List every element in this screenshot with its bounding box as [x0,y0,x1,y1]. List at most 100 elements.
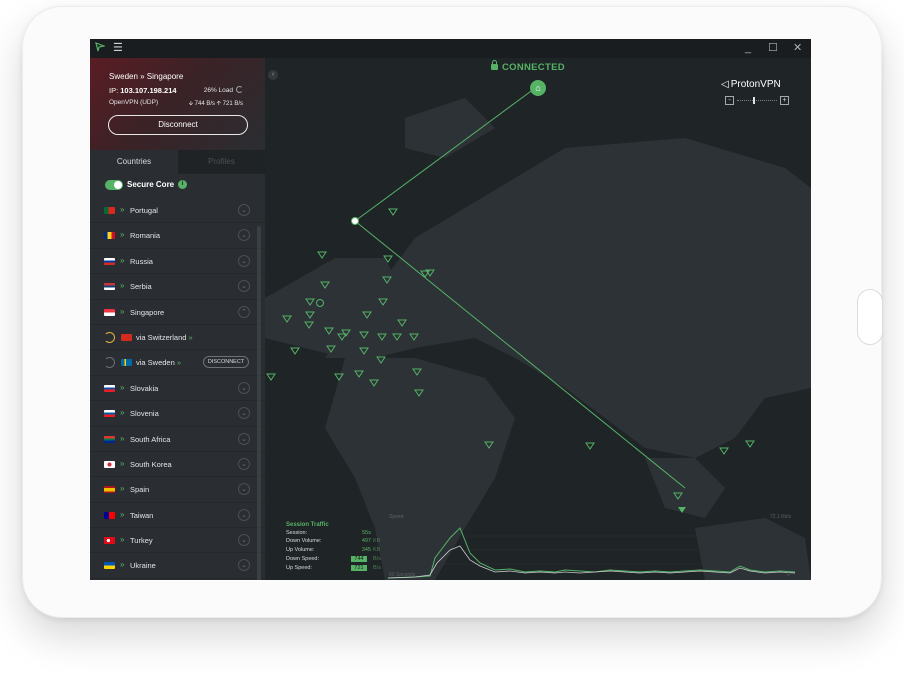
country-row-ukraine[interactable]: » Ukraine ⌄ [90,553,265,579]
chevron-down-icon[interactable]: ⌄ [238,280,250,293]
list-scrollbar[interactable] [257,226,261,580]
country-name: Ukraine [130,561,156,571]
chevron-down-icon[interactable]: ⌄ [238,229,250,242]
country-row-south-africa[interactable]: » South Africa ⌄ [90,427,265,452]
country-name: Serbia [130,282,152,292]
chevron-down-icon[interactable]: ⌄ [238,204,250,216]
chevron-down-icon[interactable]: ⌄ [238,508,250,521]
chevron-up-icon[interactable]: ⌃ [238,305,250,318]
server-load-text: 26% Load [203,87,233,94]
country-name: Portugal [130,206,158,215]
country-row-russia[interactable]: » Russia ⌄ [90,249,265,275]
traffic-value-down-speed: 744 [351,556,367,562]
traffic-value-down-volume: 497 [361,538,371,544]
secure-core-arrow-icon: » [120,484,125,494]
secure-core-row: Secure Core i [90,174,265,198]
traffic-value-up-volume: 345 [361,547,371,553]
country-row-taiwan[interactable]: » Taiwan ⌄ [90,503,265,529]
flag-icon [104,384,115,392]
zoom-track[interactable] [737,100,777,101]
chart-end-label: 0 [787,572,790,578]
chevron-down-icon[interactable]: ⌄ [238,407,250,420]
country-row-spain[interactable]: » Spain ⌄ [90,477,265,503]
server-row-via-switzerland[interactable]: via Switzerland » [90,325,265,351]
country-name: Turkey [130,536,153,546]
connection-ip: IP: 103.107.198.214 [109,86,177,95]
connection-location: Sweden » Singapore [109,72,184,81]
lock-icon [491,60,498,70]
traffic-label-down-volume: Down Volume: [286,538,322,544]
secure-core-arrow-icon: » [120,433,125,443]
flag-icon [104,486,115,494]
brand-logo: ◁ ProtonVPN [721,79,781,90]
tab-profiles[interactable]: Profiles [178,150,265,174]
tab-countries[interactable]: Countries [90,150,178,174]
flag-icon [104,511,115,519]
minimize-button[interactable]: _ [745,42,751,55]
zoom-in-button[interactable]: + [780,96,789,105]
world-map[interactable]: ‹ CONNECTED ⌂ ◁ ProtonVPN - + Session Tra… [265,58,811,580]
country-row-singapore[interactable]: » Singapore ⌃ [90,300,265,325]
traffic-unit: B/s [373,556,381,562]
server-row-via-sweden[interactable]: via Sweden » DISCONNECT [90,350,265,376]
flag-icon [104,283,115,291]
connection-speed: 🡫 744 B/s 🡩 721 B/s [188,101,243,107]
collapse-sidebar-button[interactable]: ‹ [268,70,278,80]
ip-label: IP: [109,86,119,95]
country-name: South Korea [130,459,172,469]
sidebar: Sweden » Singapore IP: 103.107.198.214 2… [90,58,265,580]
country-row-serbia[interactable]: » Serbia ⌄ [90,274,265,300]
zoom-control: - + [725,96,789,106]
secure-core-toggle[interactable] [105,180,123,190]
ip-value: 103.107.198.214 [120,86,177,95]
secure-core-arrow-icon: » [120,458,125,468]
zoom-handle[interactable] [753,97,755,104]
info-icon[interactable]: i [178,180,187,189]
traffic-title: Session Traffic [286,522,329,528]
map-canvas [265,85,811,580]
country-row-south-korea[interactable]: » South Korea ⌄ [90,452,265,478]
traffic-label-down-speed: Down Speed: [286,556,320,562]
chart-max-label: 72.1 Kb/s [770,514,792,520]
flag-icon [104,257,115,265]
connection-card: Sweden » Singapore IP: 103.107.198.214 2… [90,58,265,150]
connection-protocol: OpenVPN (UDP) [109,99,159,106]
chevron-down-icon[interactable]: ⌄ [238,559,250,572]
disconnect-button[interactable]: Disconnect [108,115,248,135]
chevron-down-icon[interactable]: ⌄ [238,432,250,445]
traffic-label-up-volume: Up Volume: [286,547,315,553]
country-row-portugal[interactable]: » Portugal ⌄ [90,198,265,224]
country-name: Slovakia [130,383,159,393]
maximize-button[interactable]: ☐ [768,42,778,55]
zoom-out-button[interactable]: - [725,96,734,105]
connection-status: CONNECTED [491,60,565,73]
menu-icon[interactable]: ☰ [113,42,123,55]
chevron-down-icon[interactable]: ⌄ [238,483,250,496]
sidebar-tabs: Countries Profiles [90,150,265,174]
country-name: Taiwan [130,510,154,520]
country-row-romania[interactable]: » Romania ⌄ [90,223,265,249]
close-button[interactable]: ✕ [793,42,802,55]
secure-core-arrow-icon: » [120,205,125,214]
home-icon[interactable]: ⌂ [530,80,546,96]
server-name: via Switzerland » [136,332,193,342]
chevron-down-icon[interactable]: ⌄ [238,254,250,267]
country-name: Romania [130,231,161,241]
flag-icon [121,359,132,367]
flag-icon [104,537,115,545]
chart-speed-label: Speed [389,514,404,520]
chevron-down-icon[interactable]: ⌄ [238,457,250,470]
country-row-slovenia[interactable]: » Slovenia ⌄ [90,401,265,427]
flag-icon [104,207,115,214]
country-row-turkey[interactable]: » Turkey ⌄ [90,528,265,554]
country-name: Russia [130,256,153,266]
flag-icon [104,460,115,468]
chevron-down-icon[interactable]: ⌄ [238,534,250,547]
secure-core-arrow-icon: » [120,230,125,240]
server-disconnect-button[interactable]: DISCONNECT [203,356,249,369]
chevron-down-icon[interactable]: ⌄ [238,381,250,394]
server-load: 26% Load [204,86,243,94]
app-window: ☰ _ ☐ ✕ Sweden » Singapore IP: 103.107.1… [90,39,811,580]
secure-core-arrow-icon: » [120,535,125,545]
country-row-slovakia[interactable]: » Slovakia ⌄ [90,376,265,402]
